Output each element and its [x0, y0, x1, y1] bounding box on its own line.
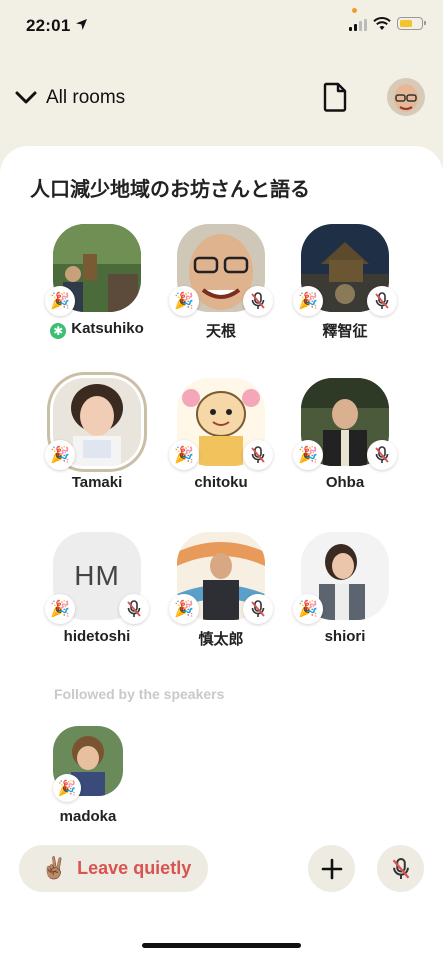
- peace-hand-icon: ✌🏽: [41, 857, 68, 880]
- leave-quietly-label: Leave quietly: [77, 858, 192, 878]
- mic-muted-icon: [119, 594, 149, 624]
- all-rooms-button[interactable]: All rooms: [14, 84, 125, 112]
- speaker-name: 釋智征: [322, 323, 368, 340]
- home-indicator[interactable]: [142, 943, 301, 948]
- mic-muted-icon: [243, 286, 273, 316]
- location-arrow-icon: [76, 19, 87, 30]
- party-popper-icon: 🎉: [45, 440, 75, 470]
- mic-muted-icon: [243, 440, 273, 470]
- speaker-shakuchisei[interactable]: 🎉 釋智征: [290, 224, 400, 340]
- battery-icon: [397, 17, 426, 30]
- mic-muted-icon: [367, 440, 397, 470]
- followed-by-speakers-label: Followed by the speakers: [54, 686, 225, 702]
- party-popper-icon: 🎉: [53, 774, 81, 802]
- recording-indicator-icon: [352, 8, 357, 13]
- listener-name: madoka: [59, 808, 117, 825]
- party-popper-icon: 🎉: [169, 286, 199, 316]
- speaker-name: Tamaki: [71, 474, 123, 491]
- speaker-chitoku[interactable]: 🎉 chitoku: [166, 378, 276, 491]
- speaker-name: hidetoshi: [63, 628, 131, 645]
- add-button[interactable]: [308, 845, 355, 892]
- speaker-name: Ohba: [325, 474, 365, 491]
- speaker-name: shiori: [324, 628, 366, 645]
- party-popper-icon: 🎉: [293, 594, 323, 624]
- party-popper-icon: 🎉: [169, 440, 199, 470]
- wifi-icon: [373, 17, 391, 30]
- moderator-icon: ✱: [50, 323, 67, 339]
- listener-madoka[interactable]: 🎉 madoka: [33, 726, 143, 825]
- speaker-amane[interactable]: 🎉 天根: [166, 224, 276, 340]
- mic-muted-icon: [243, 594, 273, 624]
- leave-quietly-button[interactable]: ✌🏽 Leave quietly: [19, 845, 208, 892]
- speaker-name: chitoku: [194, 474, 248, 491]
- speaker-name-row: ✱ Katsuhiko: [42, 320, 152, 339]
- profile-avatar[interactable]: [387, 78, 425, 116]
- mic-muted-icon: [392, 857, 409, 879]
- room-title: 人口減少地域のお坊さんと語る: [30, 179, 310, 201]
- party-popper-icon: 🎉: [169, 594, 199, 624]
- document-icon[interactable]: [322, 82, 348, 112]
- room-card: 人口減少地域のお坊さんと語る 🎉 ✱Katsuhiko 🎉 天根 🎉 釋智征: [0, 146, 443, 960]
- chevron-down-icon: [15, 91, 37, 104]
- speaker-name: Katsuhiko: [71, 320, 144, 337]
- speaker-shintaro[interactable]: 🎉 慎太郎: [166, 532, 276, 648]
- all-rooms-label: All rooms: [46, 87, 126, 108]
- party-popper-icon: 🎉: [293, 440, 323, 470]
- cellular-signal-icon: [349, 19, 369, 31]
- party-popper-icon: 🎉: [45, 286, 75, 316]
- speaker-shiori[interactable]: 🎉 shiori: [290, 532, 400, 645]
- mic-toggle-button[interactable]: [377, 845, 424, 892]
- speaker-name: 慎太郎: [198, 631, 244, 648]
- plus-icon: [321, 858, 342, 879]
- party-popper-icon: 🎉: [45, 594, 75, 624]
- mic-muted-icon: [367, 286, 397, 316]
- room-header: All rooms: [0, 70, 443, 124]
- speaker-tamaki[interactable]: 🎉 Tamaki: [42, 378, 152, 491]
- speaker-hidetoshi[interactable]: HM 🎉 hidetoshi: [42, 532, 152, 645]
- status-time: 22:01: [26, 16, 71, 35]
- speaker-initials: HM: [74, 560, 120, 591]
- party-popper-icon: 🎉: [293, 286, 323, 316]
- status-bar: 22:01: [0, 0, 443, 50]
- speaker-name: 天根: [205, 323, 236, 340]
- speaker-katsuhiko[interactable]: 🎉 ✱ Katsuhiko: [42, 224, 152, 339]
- speaker-ohba[interactable]: 🎉 Ohba: [290, 378, 400, 491]
